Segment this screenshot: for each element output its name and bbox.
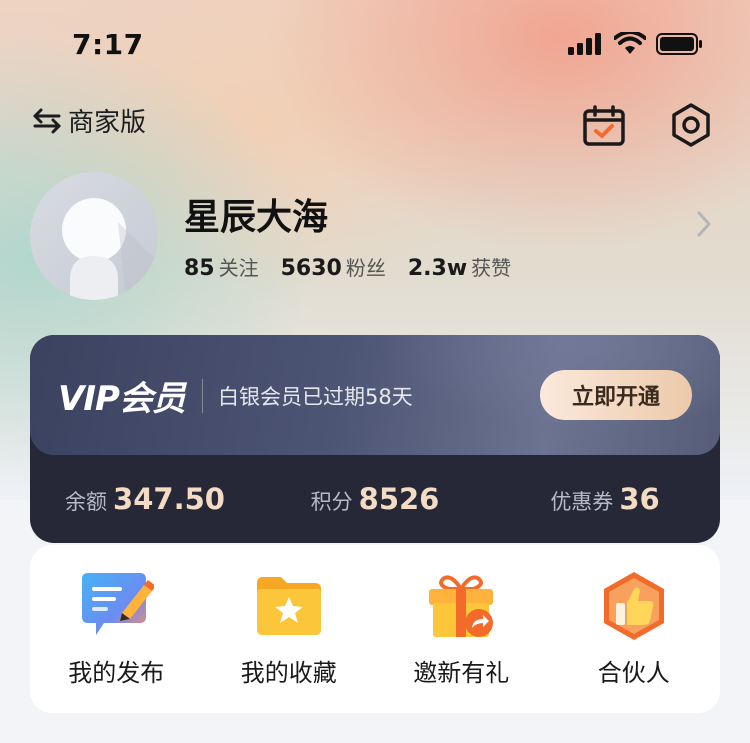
calendar-button[interactable] [582, 104, 626, 148]
settings-button[interactable] [668, 102, 714, 148]
stat-following[interactable]: 85 关注 [184, 252, 259, 281]
profile-stats: 85 关注 5630 粉丝 2.3w 获赞 [184, 252, 511, 281]
stat-label: 粉丝 [345, 256, 386, 280]
menu-item-invite[interactable]: 邀新有礼 [375, 545, 548, 713]
publish-icon [82, 573, 155, 635]
menu-label: 我的收藏 [240, 659, 337, 687]
stat-label: 关注 [218, 256, 259, 280]
stat-value: 2.3w [407, 256, 468, 281]
menu-item-favorites[interactable]: 我的收藏 [203, 545, 376, 713]
favorites-folder-icon [256, 577, 321, 635]
thumbs-up-badge-icon [603, 572, 664, 640]
chevron-right-icon [697, 211, 711, 237]
merchant-switch-button[interactable]: 商家版 [32, 102, 146, 139]
username: 星辰大海 [184, 197, 329, 238]
status-bar: 7:17 [0, 0, 750, 90]
metric-label: 余额 [65, 490, 108, 514]
signal-icon [568, 33, 601, 55]
gift-box-icon [429, 575, 494, 637]
vip-activate-button[interactable]: 立即开通 [540, 370, 692, 420]
merchant-switch-label: 商家版 [68, 108, 147, 138]
feature-menu: 我的发布 我的收藏 邀新有礼 合伙人 [30, 545, 720, 713]
menu-item-publish[interactable]: 我的发布 [30, 545, 203, 713]
metric-label: 优惠券 [550, 490, 614, 514]
menu-label: 邀新有礼 [413, 659, 510, 687]
vip-card: VIP会员 白银会员已过期58天 立即开通 余额 347.50 积分 8526 … [30, 335, 720, 543]
vip-title: VIP会员 [58, 379, 186, 419]
vip-banner[interactable]: VIP会员 白银会员已过期58天 立即开通 [30, 335, 720, 455]
profile-section[interactable]: 星辰大海 85 关注 5630 粉丝 2.3w 获赞 [30, 172, 720, 302]
vip-status-text: 白银会员已过期58天 [218, 385, 413, 409]
top-bar: 商家版 [0, 96, 750, 156]
status-time: 7:17 [72, 28, 144, 61]
settings-hexagon-icon [672, 103, 710, 147]
stat-value: 5630 [280, 256, 342, 281]
coupons-metric[interactable]: 优惠券 36 [490, 482, 720, 516]
switch-arrows-icon [33, 108, 61, 133]
wifi-icon [614, 32, 646, 54]
stat-label: 获赞 [471, 256, 512, 280]
stat-value: 85 [184, 256, 215, 281]
vip-metrics: 余额 347.50 积分 8526 优惠券 36 [30, 455, 720, 543]
balance-metric[interactable]: 余额 347.50 [30, 482, 260, 516]
stat-followers[interactable]: 5630 粉丝 [281, 252, 386, 281]
menu-label: 合伙人 [597, 659, 670, 687]
stat-likes[interactable]: 2.3w 获赞 [408, 252, 511, 281]
metric-label: 积分 [310, 490, 353, 514]
avatar[interactable] [30, 172, 158, 300]
calendar-check-icon [583, 105, 625, 146]
status-icons [568, 32, 702, 56]
metric-value: 36 [619, 482, 660, 516]
battery-icon [656, 33, 702, 55]
points-metric[interactable]: 积分 8526 [260, 482, 490, 516]
menu-item-partner[interactable]: 合伙人 [548, 545, 721, 713]
metric-value: 8526 [358, 482, 440, 516]
default-avatar-icon [62, 198, 158, 300]
menu-label: 我的发布 [68, 659, 165, 687]
metric-value: 347.50 [113, 482, 225, 516]
vip-divider [202, 379, 203, 413]
